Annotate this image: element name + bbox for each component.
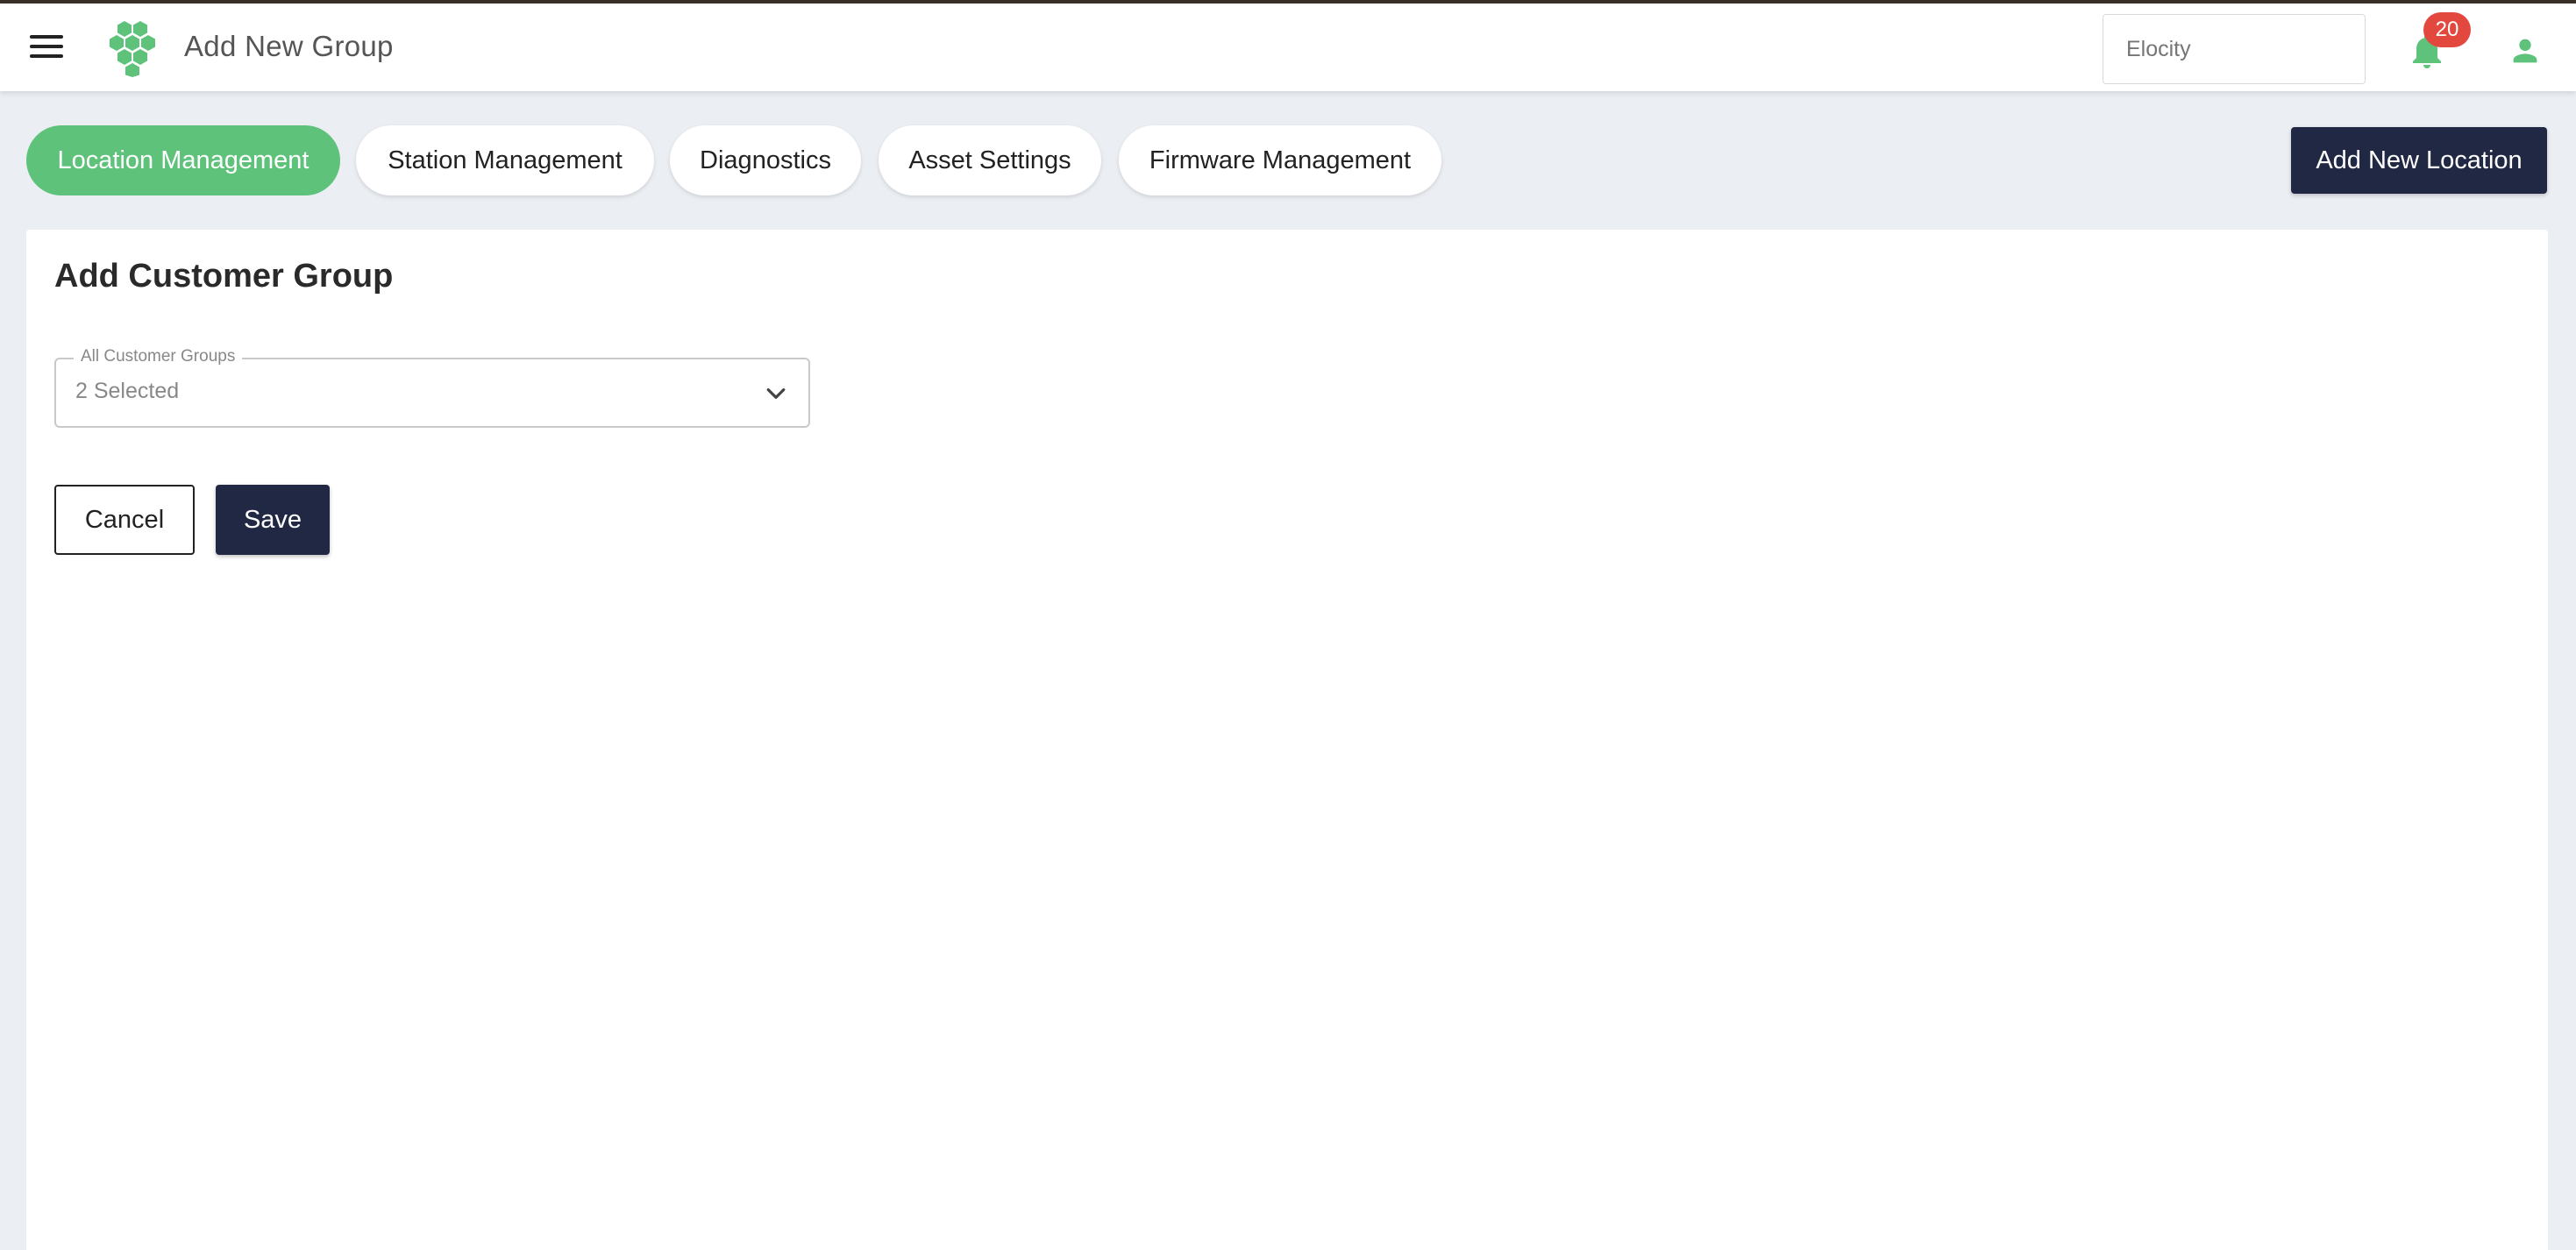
page-title: Add New Group <box>184 30 394 62</box>
hamburger-menu-icon[interactable] <box>26 32 67 63</box>
tab-station-management[interactable]: Station Management <box>356 125 654 195</box>
customer-groups-label: All Customer Groups <box>74 347 243 366</box>
tab-diagnostics[interactable]: Diagnostics <box>670 125 861 195</box>
tab-location-management[interactable]: Location Management <box>26 125 340 195</box>
cancel-button[interactable]: Cancel <box>54 485 195 555</box>
customer-groups-select[interactable]: All Customer Groups 2 Selected <box>54 347 810 428</box>
user-icon[interactable] <box>2506 33 2544 68</box>
tab-asset-settings[interactable]: Asset Settings <box>879 125 1101 195</box>
app-header: Add New Group 20 <box>0 4 2576 91</box>
form-title: Add Customer Group <box>54 258 394 295</box>
customer-groups-value: 2 Selected <box>75 379 180 403</box>
tab-firmware-management[interactable]: Firmware Management <box>1119 125 1441 195</box>
notification-badge: 20 <box>2423 12 2471 47</box>
add-group-card: Add Customer Group All Customer Groups 2… <box>26 230 2548 1250</box>
chevron-down-icon <box>766 388 786 399</box>
save-button[interactable]: Save <box>216 485 330 555</box>
hexagon-cluster-logo <box>110 21 155 77</box>
add-new-location-button[interactable]: Add New Location <box>2291 127 2547 194</box>
organization-field[interactable] <box>2103 14 2366 84</box>
